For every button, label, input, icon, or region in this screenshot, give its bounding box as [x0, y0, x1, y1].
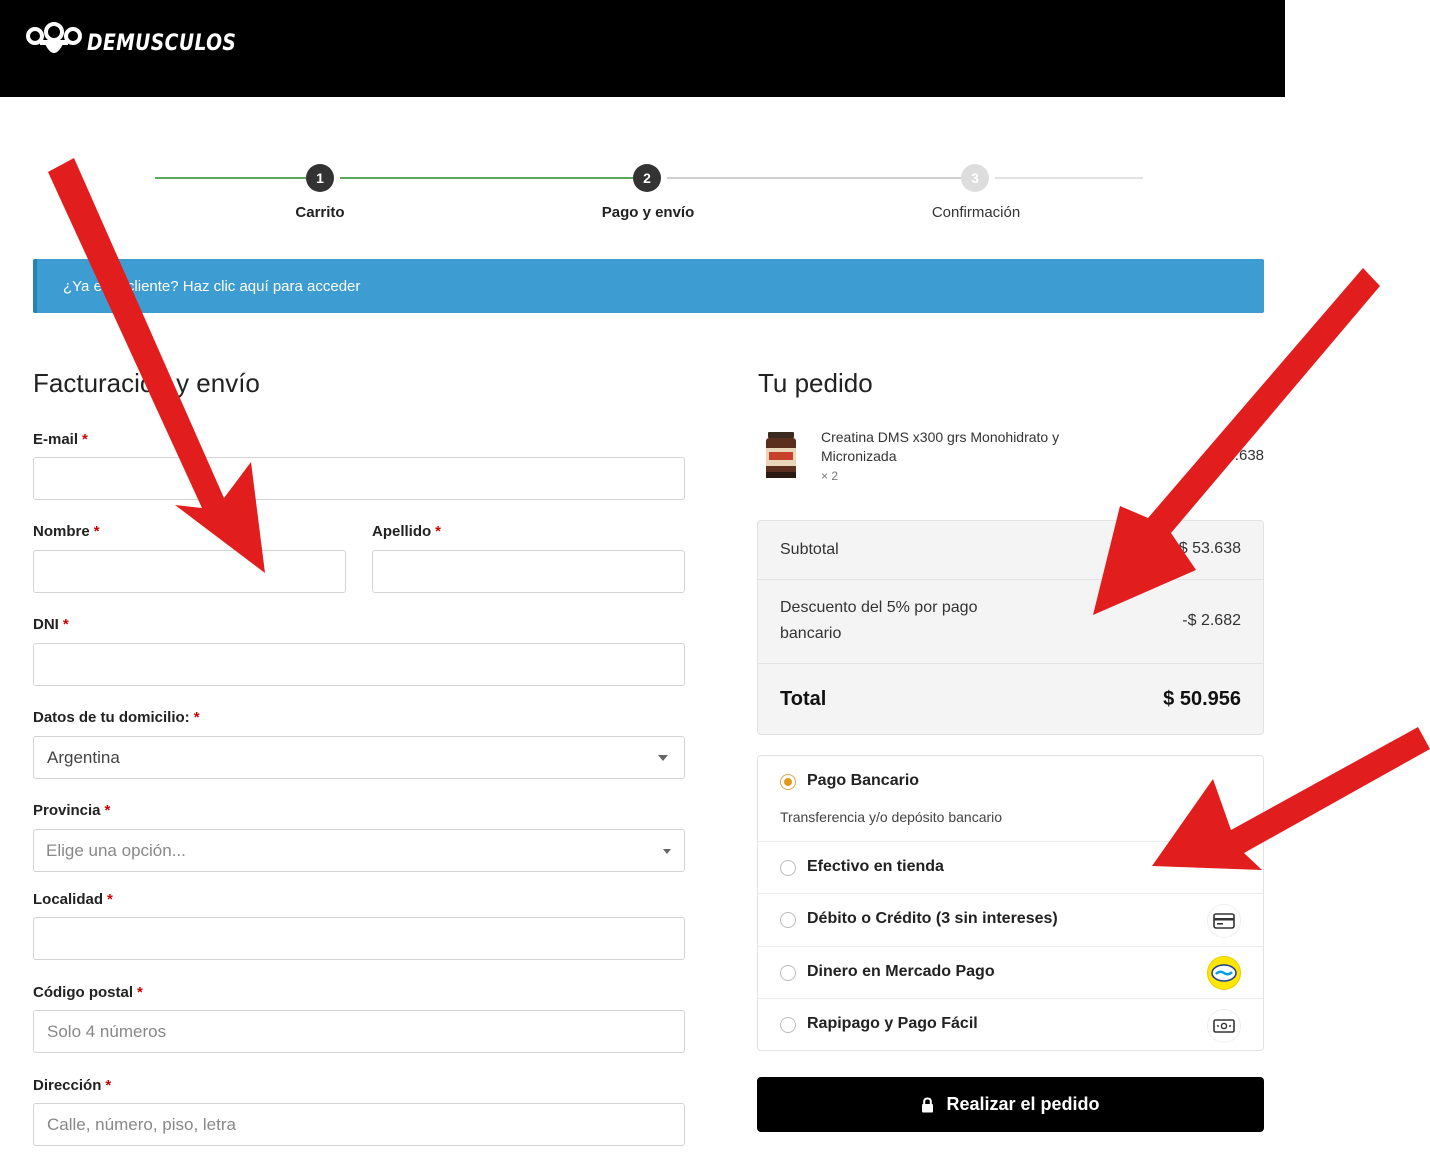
login-notice[interactable]: ¿Ya eres cliente? Haz clic aquí para acc…	[33, 259, 1264, 313]
payment-option-efectivo[interactable]: Efectivo en tienda	[758, 842, 1263, 894]
payment-methods: Pago Bancario Transferencia y/o depósito…	[757, 755, 1264, 1051]
logo-mark-icon	[26, 22, 82, 53]
payment-radio-pago-bancario[interactable]	[780, 774, 796, 790]
country-select[interactable]: Argentina	[33, 736, 685, 779]
progress-line-done-2	[340, 177, 633, 179]
payment-radio-debito-credito[interactable]	[780, 912, 796, 928]
product-quantity: × 2	[821, 469, 839, 483]
order-title: Tu pedido	[758, 368, 873, 398]
chevron-down-icon	[658, 755, 668, 761]
total-value: $ 50.956	[1163, 688, 1241, 710]
credit-card-icon	[1207, 904, 1241, 938]
payment-label: Dinero en Mercado Pago	[807, 963, 995, 980]
payment-label: Rapipago y Pago Fácil	[807, 1015, 978, 1032]
site-logo[interactable]: DEMUSCULOS	[25, 22, 263, 64]
localidad-label: Localidad *	[33, 891, 113, 908]
email-field[interactable]	[33, 457, 685, 500]
payment-option-mercado-pago[interactable]: Dinero en Mercado Pago	[758, 947, 1263, 999]
payment-radio-mercado-pago[interactable]	[780, 965, 796, 981]
payment-label: Débito o Crédito (3 sin intereses)	[807, 910, 1058, 927]
payment-radio-efectivo[interactable]	[780, 860, 796, 876]
nombre-label: Nombre *	[33, 523, 100, 540]
subtotal-label: Subtotal	[780, 541, 839, 558]
email-label: E-mail *	[33, 431, 88, 448]
mercado-pago-icon	[1207, 956, 1241, 990]
product-thumbnail	[766, 432, 796, 478]
subtotal-value: $ 53.638	[1178, 540, 1241, 557]
apellido-label: Apellido *	[372, 523, 442, 540]
codigo-postal-label: Código postal *	[33, 984, 143, 1001]
payment-radio-rapipago[interactable]	[780, 1017, 796, 1033]
progress-line-pending-2	[995, 177, 1143, 179]
order-product: Creatina DMS x300 grs Monohidrato y Micr…	[758, 428, 1264, 488]
login-notice-text[interactable]: ¿Ya eres cliente? Haz clic aquí para acc…	[63, 278, 360, 295]
provincia-label: Provincia *	[33, 802, 111, 819]
payment-description: Transferencia y/o depósito bancario	[780, 809, 1003, 825]
dni-field[interactable]	[33, 643, 685, 686]
place-order-label: Realizar el pedido	[946, 1094, 1100, 1114]
localidad-field[interactable]	[33, 917, 685, 960]
apellido-field[interactable]	[372, 550, 685, 593]
lock-icon	[922, 1096, 934, 1112]
direccion-field[interactable]: Calle, número, piso, letra	[33, 1103, 685, 1146]
progress-line-done-1	[155, 177, 306, 179]
product-price: $ 53.638	[1205, 447, 1264, 464]
progress-line-pending-1	[667, 177, 961, 179]
domicilio-label: Datos de tu domicilio: *	[33, 709, 200, 726]
payment-label: Pago Bancario	[807, 772, 920, 789]
total-row: Total $ 50.956	[758, 664, 1263, 735]
payment-option-pago-bancario[interactable]: Pago Bancario Transferencia y/o depósito…	[758, 756, 1263, 842]
site-header: DEMUSCULOS	[0, 0, 1285, 97]
discount-row: Descuento del 5% por pago bancario -$ 2.…	[758, 580, 1263, 664]
cash-icon	[1207, 1009, 1241, 1043]
billing-title: Facturación y envío	[33, 368, 260, 398]
product-name[interactable]: Creatina DMS x300 grs Monohidrato y Micr…	[821, 428, 1081, 466]
step-3-label: Confirmación	[931, 204, 1021, 221]
payment-label: Efectivo en tienda	[807, 858, 944, 875]
step-1-label[interactable]: Carrito	[295, 204, 344, 221]
payment-option-rapipago[interactable]: Rapipago y Pago Fácil	[758, 999, 1263, 1051]
logo-text: DEMUSCULOS	[87, 30, 237, 56]
nombre-field[interactable]	[33, 550, 346, 593]
dni-label: DNI *	[33, 616, 69, 633]
chevron-down-icon	[663, 849, 671, 854]
direccion-label: Dirección *	[33, 1077, 112, 1094]
discount-label: Descuento del 5% por pago bancario	[780, 599, 978, 642]
subtotal-row: Subtotal $ 53.638	[758, 521, 1263, 580]
order-totals: Subtotal $ 53.638 Descuento del 5% por p…	[757, 520, 1264, 735]
step-3-circle: 3	[961, 164, 989, 192]
country-select-value: Argentina	[47, 747, 120, 767]
checkout-progress: 1 2 3 Carrito Pago y envío Confirmación	[155, 164, 1143, 224]
place-order-button[interactable]: Realizar el pedido	[757, 1077, 1264, 1132]
provincia-select[interactable]: Elige una opción...	[33, 829, 685, 872]
codigo-postal-field[interactable]: Solo 4 números	[33, 1010, 685, 1053]
step-2-circle: 2	[633, 164, 661, 192]
step-2-label: Pago y envío	[601, 204, 695, 221]
provincia-select-placeholder: Elige una opción...	[46, 840, 186, 860]
payment-option-debito-credito[interactable]: Débito o Crédito (3 sin intereses)	[758, 894, 1263, 947]
step-1-circle: 1	[306, 164, 334, 192]
total-label: Total	[780, 688, 827, 710]
discount-value: -$ 2.682	[1182, 612, 1241, 629]
